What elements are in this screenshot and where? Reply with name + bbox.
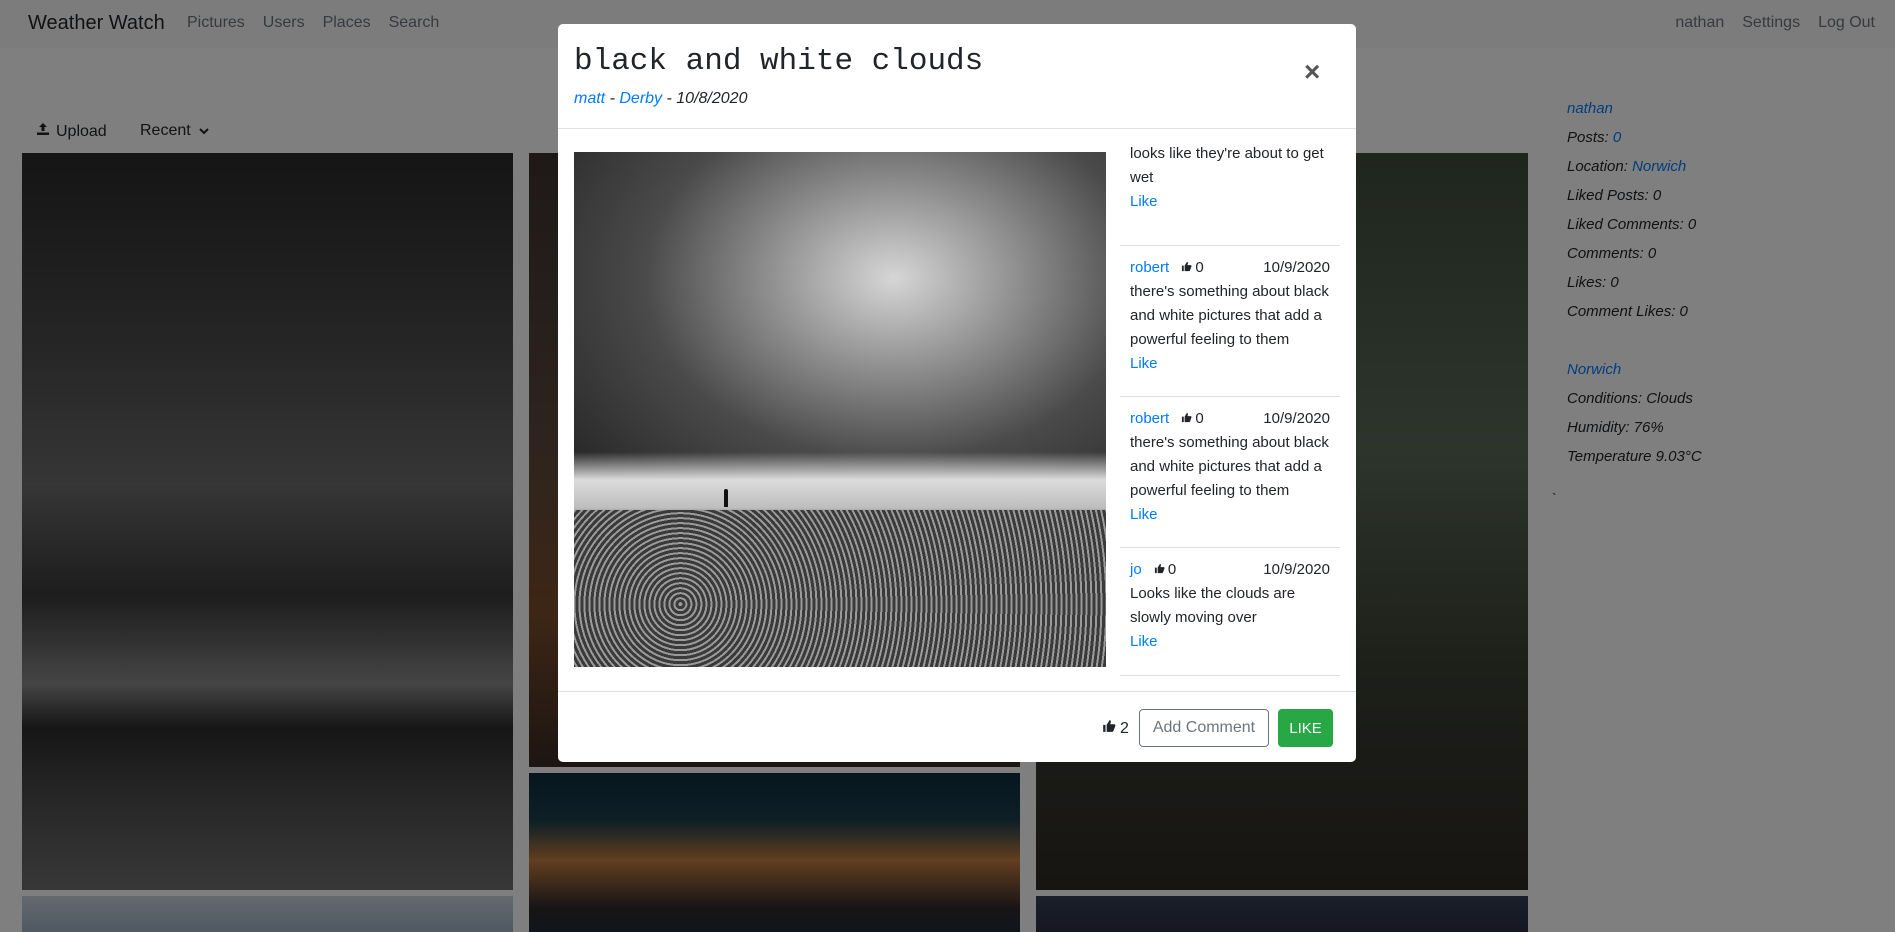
close-icon: × (1304, 56, 1321, 87)
comment-like-link[interactable]: Like (1130, 633, 1158, 650)
like-button[interactable]: LIKE (1278, 709, 1333, 747)
comment-item: looks like they're about to get wet Like (1120, 129, 1340, 246)
comment-author-link[interactable]: robert (1130, 410, 1169, 427)
comment-like-count: 0 (1195, 410, 1204, 427)
post-meta: matt - Derby - 10/8/2020 (574, 90, 747, 108)
comment-likes: 0 (1181, 256, 1204, 280)
comment-item: robert 0 10/9/2020 there's something abo… (1120, 397, 1340, 548)
add-comment-button[interactable]: Add Comment (1139, 709, 1269, 747)
comment-item: robert 0 10/9/2020 there's something abo… (1120, 246, 1340, 397)
comment-text: there's something about black and white … (1130, 283, 1329, 348)
photo-modal: black and white clouds matt - Derby - 10… (558, 24, 1356, 762)
comments-list[interactable]: looks like they're about to get wet Like… (1120, 129, 1340, 691)
close-button[interactable]: × (1304, 58, 1320, 86)
comment-like-link[interactable]: Like (1130, 193, 1158, 210)
thumbs-up-icon (1102, 719, 1116, 738)
comment-date: 10/9/2020 (1263, 561, 1330, 578)
post-author-link[interactable]: matt (574, 90, 605, 107)
post-location-link[interactable]: Derby (619, 90, 662, 107)
modal-footer: 2 Add Comment LIKE (558, 691, 1356, 762)
comment-author-link[interactable]: jo (1130, 561, 1142, 578)
post-photo (574, 152, 1106, 667)
comment-like-link[interactable]: Like (1130, 506, 1158, 523)
thumbs-up-icon (1154, 558, 1165, 582)
modal-title: black and white clouds (574, 44, 984, 79)
comment-like-link[interactable]: Like (1130, 355, 1158, 372)
meta-separator: - (666, 90, 672, 107)
comment-date: 10/9/2020 (1263, 410, 1330, 427)
comment-like-count: 0 (1167, 561, 1177, 578)
comment-text: looks like they're about to get wet (1130, 145, 1324, 186)
comment-text: there's something about black and white … (1130, 434, 1329, 499)
comment-text: Looks like the clouds are slowly moving … (1130, 585, 1296, 626)
modal-body: looks like they're about to get wet Like… (558, 129, 1356, 691)
like-count-value: 2 (1120, 719, 1129, 737)
thumbs-up-icon (1181, 256, 1192, 280)
comment-author-link[interactable]: robert (1130, 259, 1169, 276)
thumbs-up-icon (1181, 407, 1192, 431)
modal-header: black and white clouds matt - Derby - 10… (558, 24, 1356, 129)
comment-date: 10/9/2020 (1263, 259, 1330, 276)
post-like-count: 2 (1102, 719, 1129, 738)
meta-separator: - (609, 90, 615, 107)
post-date: 10/8/2020 (676, 90, 748, 107)
comment-like-count: 0 (1195, 259, 1204, 276)
comment-likes: 0 (1154, 558, 1176, 582)
comment-likes: 0 (1181, 407, 1204, 431)
comment-item: jo 0 10/9/2020 Looks like the clouds are… (1120, 548, 1340, 676)
